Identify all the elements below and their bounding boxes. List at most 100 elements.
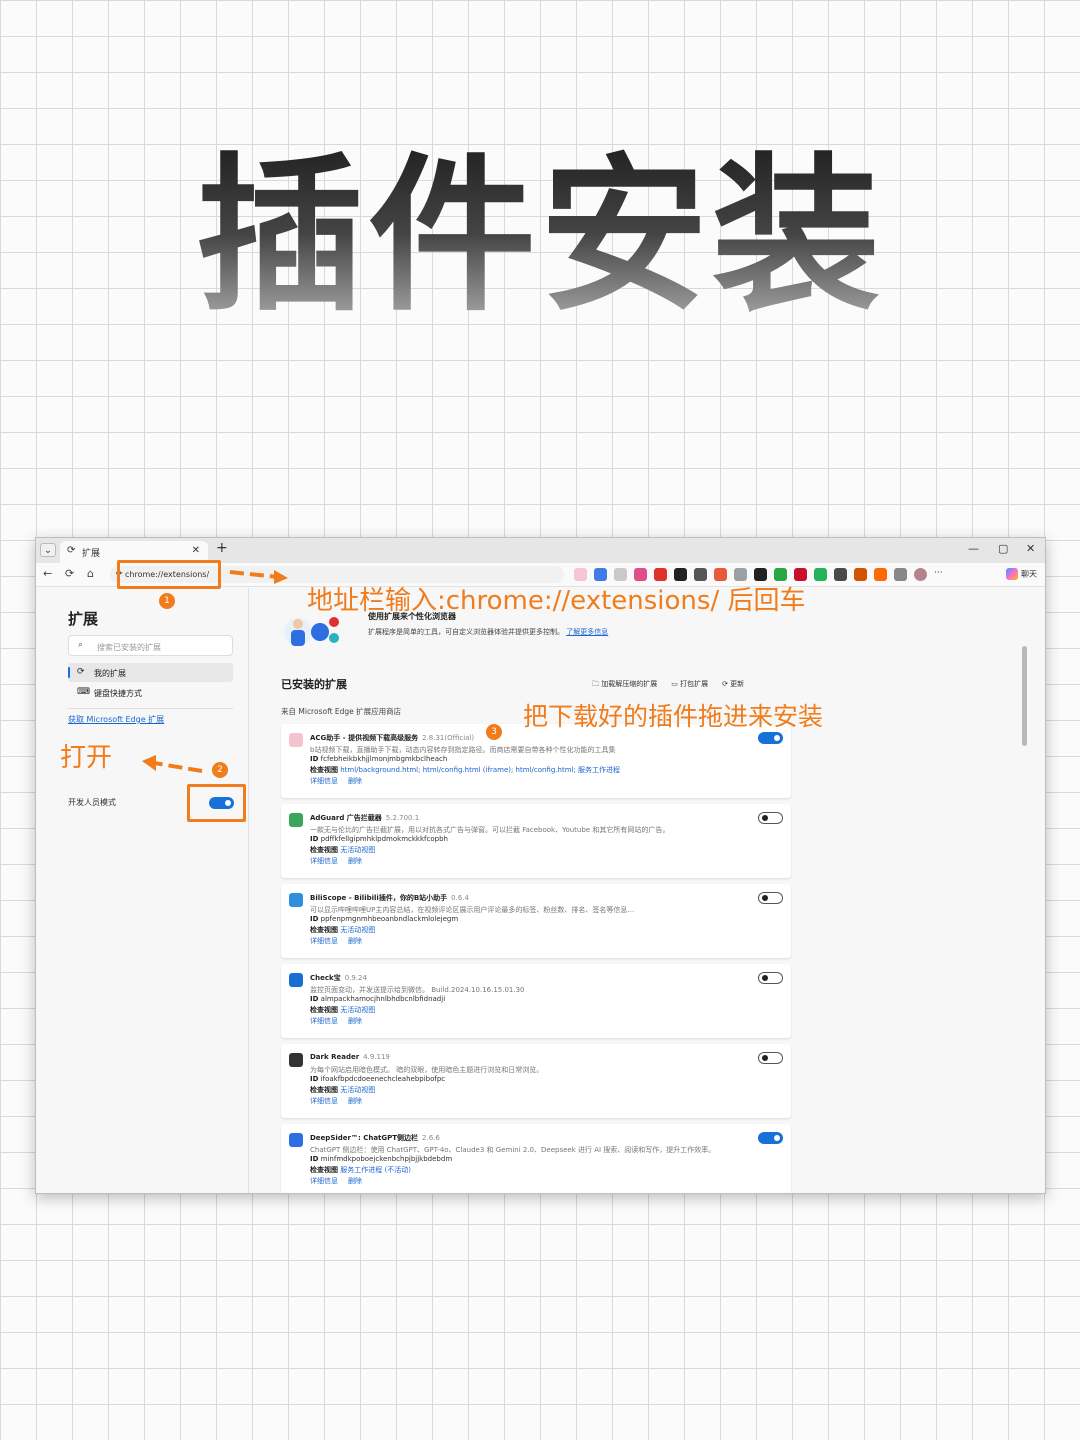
profile-avatar[interactable] bbox=[914, 568, 927, 581]
remove-link[interactable]: 删除 bbox=[348, 777, 362, 785]
get-extensions-link[interactable]: 获取 Microsoft Edge 扩展 bbox=[68, 714, 164, 725]
back-icon[interactable]: ← bbox=[43, 567, 52, 580]
extension-version: 4.9.119 bbox=[363, 1053, 390, 1061]
views-label: 检查视图 bbox=[310, 1166, 338, 1174]
home-icon[interactable]: ⌂ bbox=[87, 567, 94, 580]
id-label: ID bbox=[310, 835, 319, 843]
remove-link[interactable]: 删除 bbox=[348, 1017, 362, 1025]
extension-pin-icon[interactable] bbox=[834, 568, 847, 581]
extension-pin-icon[interactable] bbox=[854, 568, 867, 581]
sidebar-item-my-extensions[interactable]: ⟳ 我的扩展 bbox=[68, 663, 233, 682]
details-link[interactable]: 详细信息 bbox=[310, 1177, 338, 1185]
close-window-icon[interactable]: ✕ bbox=[1026, 542, 1035, 555]
extension-actions: 🗀 加载解压缩的扩展 ▭ 打包扩展 ⟳ 更新 bbox=[592, 679, 744, 691]
main-content: 使用扩展来个性化浏览器 扩展程序是简单的工具，可自定义浏览器体验并提供更多控制。… bbox=[250, 588, 1030, 1193]
extension-card: ACG助手 - 提供视频下载高级服务 2.8.31(Official) b站视频下载… bbox=[281, 724, 791, 798]
sidebar: 扩展 ⌕ 搜索已安装的扩展 ⟳ 我的扩展 ⌨ 键盘快捷方式 获取 Microso… bbox=[36, 588, 249, 1193]
step-2-badge: 2 bbox=[212, 762, 228, 778]
extension-version: 0.9.24 bbox=[344, 974, 367, 982]
details-link[interactable]: 详细信息 bbox=[310, 1017, 338, 1025]
search-input[interactable]: ⌕ 搜索已安装的扩展 bbox=[68, 635, 233, 656]
extension-views: 检查视图 html/background.html; html/config.h… bbox=[310, 765, 620, 775]
extension-logo-icon bbox=[289, 973, 303, 987]
extension-id-value: almpackhamocjhnlbhdbcnlbfidnadji bbox=[320, 995, 446, 1003]
extension-toggle[interactable] bbox=[758, 972, 783, 984]
copilot-label: 聊天 bbox=[1021, 569, 1037, 579]
keyboard-icon: ⌨ bbox=[77, 687, 90, 697]
extension-id: ID ifoakfbpdcdoeenechcleahebpibofpc bbox=[310, 1075, 445, 1083]
extension-links: 详细信息 删除 bbox=[310, 1176, 372, 1186]
refresh-icon[interactable]: ⟳ bbox=[65, 567, 74, 580]
views-value[interactable]: 无活动视图 bbox=[340, 1086, 375, 1094]
extension-toggle[interactable] bbox=[758, 812, 783, 824]
extension-card: Dark Reader 4.9.119 为每个网站启用暗色模式。 暗的双眼，使用暗色… bbox=[281, 1044, 791, 1118]
toggle-highlight bbox=[187, 784, 246, 822]
extension-toggle[interactable] bbox=[758, 1052, 783, 1064]
search-placeholder: 搜索已安装的扩展 bbox=[97, 643, 161, 652]
scrollbar[interactable] bbox=[1022, 646, 1027, 746]
remove-link[interactable]: 删除 bbox=[348, 1097, 362, 1105]
details-link[interactable]: 详细信息 bbox=[310, 1097, 338, 1105]
extension-pin-icon[interactable] bbox=[894, 568, 907, 581]
update-button[interactable]: ⟳ 更新 bbox=[722, 679, 744, 691]
extension-name-text: DeepSider™: ChatGPT侧边栏 bbox=[310, 1134, 419, 1142]
extension-logo-icon bbox=[289, 1133, 303, 1147]
id-label: ID bbox=[310, 1075, 319, 1083]
extension-logo-icon bbox=[289, 733, 303, 747]
pack-extension-button[interactable]: ▭ 打包扩展 bbox=[671, 679, 708, 691]
learn-more-link[interactable]: 了解更多信息 bbox=[566, 628, 608, 636]
close-tab-icon[interactable]: ✕ bbox=[192, 545, 200, 556]
views-value[interactable]: 无活动视图 bbox=[340, 846, 375, 854]
load-unpacked-button[interactable]: 🗀 加载解压缩的扩展 bbox=[592, 679, 657, 691]
extension-pin-icon[interactable] bbox=[814, 568, 827, 581]
extension-name-text: Dark Reader bbox=[310, 1053, 360, 1061]
extension-icon: ⟳ bbox=[77, 667, 85, 677]
remove-link[interactable]: 删除 bbox=[348, 937, 362, 945]
extension-toggle[interactable] bbox=[758, 732, 783, 744]
minimize-icon[interactable]: — bbox=[968, 542, 979, 555]
more-icon[interactable]: ··· bbox=[934, 568, 948, 581]
extension-toggle[interactable] bbox=[758, 892, 783, 904]
sidebar-item-label: 我的扩展 bbox=[94, 669, 126, 678]
extension-id-value: ifoakfbpdcdoeenechcleahebpibofpc bbox=[320, 1075, 446, 1083]
details-link[interactable]: 详细信息 bbox=[310, 857, 338, 865]
extension-description: b站视频下载，直播助手下载，动态内容转存到指定路径。而商店需要自带各种个性化功能… bbox=[310, 746, 616, 754]
extension-name: Dark Reader 4.9.119 bbox=[310, 1053, 390, 1061]
extension-name-text: ACG助手 - 提供视频下载高级服务 bbox=[310, 734, 419, 742]
views-value[interactable]: 服务工作进程 (不活动) bbox=[340, 1166, 411, 1174]
extension-links: 详细信息 删除 bbox=[310, 776, 372, 786]
poster-title: 插件安装 bbox=[0, 100, 1080, 343]
edge-icon: ⟳ bbox=[67, 545, 76, 556]
maximize-icon[interactable]: ▢ bbox=[998, 542, 1008, 555]
extension-name: ACG助手 - 提供视频下载高级服务 2.8.31(Official) bbox=[310, 733, 474, 743]
hero-description: 扩展程序是简单的工具，可自定义浏览器体验并提供更多控制。 了解更多信息 bbox=[368, 627, 608, 637]
extension-id: ID fcfebheikbkhjjlmonjmbgmkbclheach bbox=[310, 755, 447, 763]
remove-link[interactable]: 删除 bbox=[348, 1177, 362, 1185]
extension-name-text: Check宝 bbox=[310, 974, 341, 982]
details-link[interactable]: 详细信息 bbox=[310, 937, 338, 945]
views-value[interactable]: 无活动视图 bbox=[340, 926, 375, 934]
new-tab-button[interactable]: + bbox=[216, 540, 228, 556]
id-label: ID bbox=[310, 1155, 319, 1163]
open-hint: 打开 bbox=[60, 743, 113, 773]
extension-id-value: ppfenpmgnmhbeoanbndlackmlolejegm bbox=[320, 915, 459, 923]
extension-name: BiliScope - Bilibili插件，你的B站小助手 0.6.4 bbox=[310, 893, 469, 903]
id-label: ID bbox=[310, 755, 319, 763]
views-label: 检查视图 bbox=[310, 926, 338, 934]
extension-description: 一款无与伦比的广告拦截扩展，用以对抗各式广告与弹窗。可以拦截 Facebook、… bbox=[310, 826, 670, 834]
views-value[interactable]: 无活动视图 bbox=[340, 1006, 375, 1014]
address-highlight bbox=[117, 560, 221, 589]
views-value[interactable]: html/background.html; html/config.html (… bbox=[340, 766, 620, 774]
search-icon: ⌕ bbox=[78, 640, 84, 650]
extension-toggle[interactable] bbox=[758, 1132, 783, 1144]
extension-links: 详细信息 删除 bbox=[310, 1096, 372, 1106]
copilot-button[interactable]: 聊天 bbox=[1006, 568, 1037, 580]
extension-id-value: minfmdkpoboejckenbchpjbjjkbdebdm bbox=[320, 1155, 453, 1163]
sidebar-item-keyboard-shortcuts[interactable]: ⌨ 键盘快捷方式 bbox=[68, 683, 233, 702]
extension-description: ChatGPT 侧边栏：使用 ChatGPT、GPT-4o、Claude3 和 … bbox=[310, 1146, 716, 1154]
tab-actions-icon[interactable]: ⌄ bbox=[40, 543, 56, 557]
remove-link[interactable]: 删除 bbox=[348, 857, 362, 865]
details-link[interactable]: 详细信息 bbox=[310, 777, 338, 785]
extension-pin-icon[interactable] bbox=[874, 568, 887, 581]
extension-links: 详细信息 删除 bbox=[310, 936, 372, 946]
